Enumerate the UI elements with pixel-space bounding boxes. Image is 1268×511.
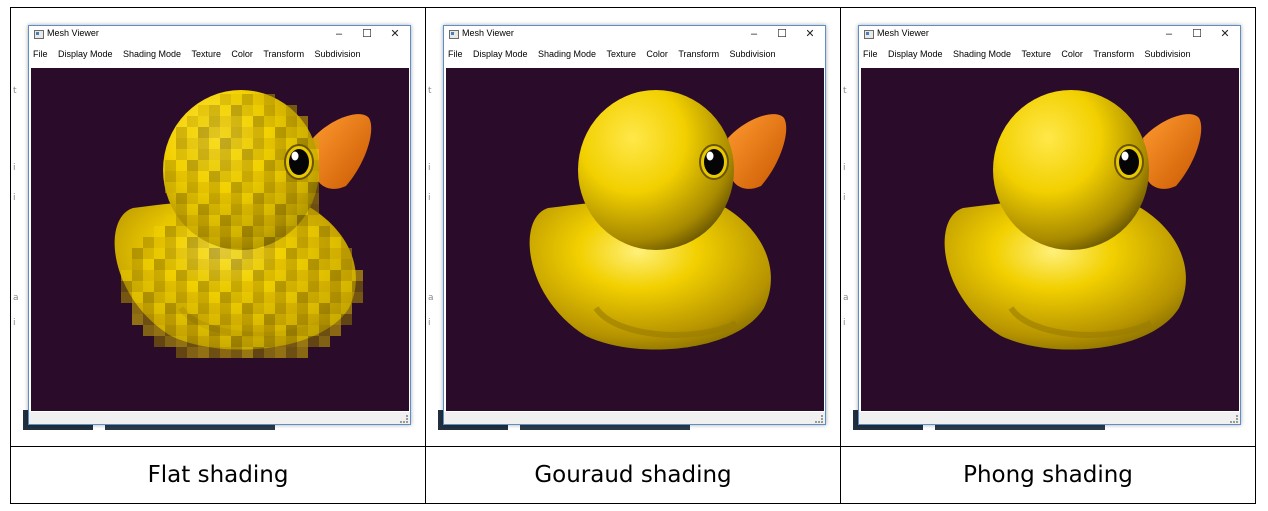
mesh-viewer-window[interactable]: Mesh Viewer – ☐ ✕ File Display Mode Shad… [28, 25, 411, 425]
menu-file[interactable]: File [863, 47, 878, 61]
menu-transform[interactable]: Transform [263, 47, 304, 61]
status-bar [859, 412, 1240, 424]
window-title: Mesh Viewer [47, 28, 99, 38]
maximize-button[interactable]: ☐ [1185, 26, 1209, 42]
menu-texture[interactable]: Texture [191, 47, 221, 61]
close-button[interactable]: ✕ [798, 26, 822, 42]
background-fragment: a [13, 293, 19, 303]
menu-shading-mode[interactable]: Shading Mode [123, 47, 181, 61]
menu-file[interactable]: File [448, 47, 463, 61]
rubber-duck-model [114, 90, 372, 358]
minimize-button[interactable]: – [327, 26, 351, 42]
background-fragment: i [13, 318, 16, 328]
menu-color[interactable]: Color [1061, 47, 1083, 61]
resize-grip-icon[interactable] [815, 415, 823, 423]
window-title: Mesh Viewer [877, 28, 929, 38]
menu-display-mode[interactable]: Display Mode [888, 47, 943, 61]
background-app-strip: t i i a i [426, 8, 440, 446]
app-icon [34, 30, 44, 39]
menu-bar: File Display Mode Shading Mode Texture C… [859, 44, 1240, 61]
panel-gouraud: t i i a i Mesh Viewer – ☐ ✕ File Display… [425, 7, 841, 447]
resize-grip-icon[interactable] [1230, 415, 1238, 423]
title-bar[interactable]: Mesh Viewer – ☐ ✕ [29, 26, 410, 42]
render-viewport[interactable] [31, 68, 409, 411]
background-fragment: t [843, 86, 847, 96]
background-fragment: i [13, 193, 16, 203]
background-fragment: a [843, 293, 849, 303]
menu-texture[interactable]: Texture [1021, 47, 1051, 61]
menu-display-mode[interactable]: Display Mode [473, 47, 528, 61]
menu-color[interactable]: Color [646, 47, 668, 61]
background-app-strip: t i i a i [11, 8, 25, 446]
background-fragment: i [843, 318, 846, 328]
menu-bar: File Display Mode Shading Mode Texture C… [29, 44, 410, 61]
maximize-button[interactable]: ☐ [355, 26, 379, 42]
title-bar[interactable]: Mesh Viewer – ☐ ✕ [444, 26, 825, 42]
caption-flat: Flat shading [10, 446, 426, 504]
menu-texture[interactable]: Texture [606, 47, 636, 61]
background-fragment: a [428, 293, 434, 303]
menu-shading-mode[interactable]: Shading Mode [538, 47, 596, 61]
panel-phong: t i i a i Mesh Viewer – ☐ ✕ File Display… [840, 7, 1256, 447]
menu-display-mode[interactable]: Display Mode [58, 47, 113, 61]
background-fragment: i [428, 163, 431, 173]
minimize-button[interactable]: – [1157, 26, 1181, 42]
menu-transform[interactable]: Transform [678, 47, 719, 61]
mesh-viewer-window[interactable]: Mesh Viewer – ☐ ✕ File Display Mode Shad… [443, 25, 826, 425]
background-fragment: i [843, 163, 846, 173]
title-bar[interactable]: Mesh Viewer – ☐ ✕ [859, 26, 1240, 42]
status-bar [29, 412, 410, 424]
caption-gouraud: Gouraud shading [425, 446, 841, 504]
rubber-duck-model [529, 90, 787, 350]
menu-file[interactable]: File [33, 47, 48, 61]
background-fragment: i [13, 163, 16, 173]
background-fragment: i [428, 193, 431, 203]
background-fragment: t [13, 86, 17, 96]
close-button[interactable]: ✕ [1213, 26, 1237, 42]
status-bar [444, 412, 825, 424]
minimize-button[interactable]: – [742, 26, 766, 42]
menu-color[interactable]: Color [231, 47, 253, 61]
mesh-viewer-window[interactable]: Mesh Viewer – ☐ ✕ File Display Mode Shad… [858, 25, 1241, 425]
rubber-duck-model [944, 90, 1202, 350]
background-fragment: t [428, 86, 432, 96]
app-icon [449, 30, 459, 39]
menu-transform[interactable]: Transform [1093, 47, 1134, 61]
background-fragment: i [843, 193, 846, 203]
close-button[interactable]: ✕ [383, 26, 407, 42]
caption-phong: Phong shading [840, 446, 1256, 504]
menu-subdivision[interactable]: Subdivision [730, 47, 776, 61]
app-icon [864, 30, 874, 39]
menu-subdivision[interactable]: Subdivision [1145, 47, 1191, 61]
resize-grip-icon[interactable] [400, 415, 408, 423]
render-viewport[interactable] [861, 68, 1239, 411]
background-app-strip: t i i a i [841, 8, 855, 446]
comparison-table: t i i a i Mesh Viewer – ☐ ✕ File Display… [10, 7, 1256, 504]
background-fragment: i [428, 318, 431, 328]
menu-bar: File Display Mode Shading Mode Texture C… [444, 44, 825, 61]
window-title: Mesh Viewer [462, 28, 514, 38]
menu-subdivision[interactable]: Subdivision [315, 47, 361, 61]
panel-flat: t i i a i Mesh Viewer – ☐ ✕ File Display… [10, 7, 426, 447]
maximize-button[interactable]: ☐ [770, 26, 794, 42]
menu-shading-mode[interactable]: Shading Mode [953, 47, 1011, 61]
render-viewport[interactable] [446, 68, 824, 411]
